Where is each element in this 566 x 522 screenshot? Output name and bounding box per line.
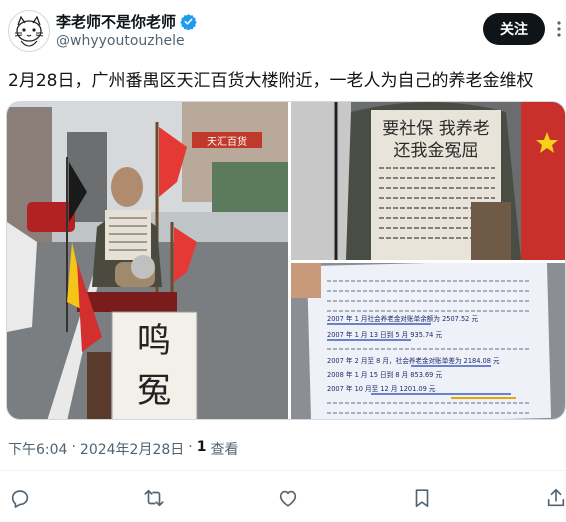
photo-document[interactable]: 2007 年 1 月社会养老金对账单余额为 2507.52 元 2007 年 1… [291, 259, 565, 419]
bookmark-icon [415, 489, 429, 508]
views-label: 查看 [210, 442, 239, 458]
sketch-cat-avatar-icon [14, 15, 44, 47]
bookmark-button[interactable] [411, 487, 433, 509]
doc-line-1: 2007 年 1 月社会养老金对账单余额为 2507.52 元 [327, 314, 478, 323]
photo-shirt-slogan[interactable]: 要社保 我养老 还我金冤屈 [291, 102, 565, 260]
tweet-text: 2月28日，广州番禺区天汇百货大楼附近，一老人为自己的养老金维权 [8, 71, 534, 91]
reply-icon [11, 490, 29, 508]
author-name[interactable]: 李老师不是你老师 [56, 11, 176, 32]
author-row[interactable]: 李老师不是你老师 [56, 11, 197, 32]
divider [0, 470, 566, 471]
reply-button[interactable] [9, 487, 31, 509]
retweet-button[interactable] [143, 487, 165, 509]
more-options-icon[interactable] [552, 20, 566, 38]
doc-line-2: 2007 年 1 月 13 日到 5 月 935.74 元 [327, 330, 442, 339]
banner-char-1: 鸣 [137, 321, 171, 361]
banner-char-2: 冤 [137, 371, 171, 411]
doc-line-4: 2008 年 1 月 15 日到 8 月 853.69 元 [327, 370, 442, 379]
verified-badge-icon [180, 14, 197, 30]
shirt-line-2: 还我金冤屈 [394, 141, 479, 161]
doc-line-3: 2007 年 2 月至 8 月，社会养老金对账单差为 2184.08 元 [327, 356, 500, 365]
tweet-date[interactable]: 2024年2月28日 [80, 439, 184, 459]
share-icon [547, 488, 565, 507]
follow-button[interactable]: 关注 [483, 13, 545, 45]
share-button[interactable] [545, 487, 566, 509]
shirt-line-1: 要社保 我养老 [382, 119, 489, 139]
author-handle[interactable]: @whyyoutouzhele [56, 33, 185, 49]
doc-line-5: 2007 年 10 月至 12 月 1201.09 元 [327, 384, 436, 393]
retweet-icon [144, 489, 164, 507]
shop-sign-text: 天汇百货 [207, 135, 247, 148]
views-count: 1 [196, 439, 207, 455]
tweet-time[interactable]: 下午6:04 [8, 439, 67, 459]
media-grid: 天汇百货 鸣 冤 要社保 我养老 还我金冤屈 2007 年 1 月社会养老金对账… [6, 101, 566, 420]
photo-street-scooter[interactable]: 天汇百货 鸣 冤 [7, 102, 288, 419]
like-icon [279, 490, 297, 507]
meta-separator: · [71, 439, 76, 455]
meta-separator: · [188, 439, 193, 455]
tweet-meta: 下午6:04 · 2024年2月28日 · 1 查看 [8, 439, 238, 459]
like-button[interactable] [277, 487, 299, 509]
avatar[interactable] [8, 10, 50, 52]
